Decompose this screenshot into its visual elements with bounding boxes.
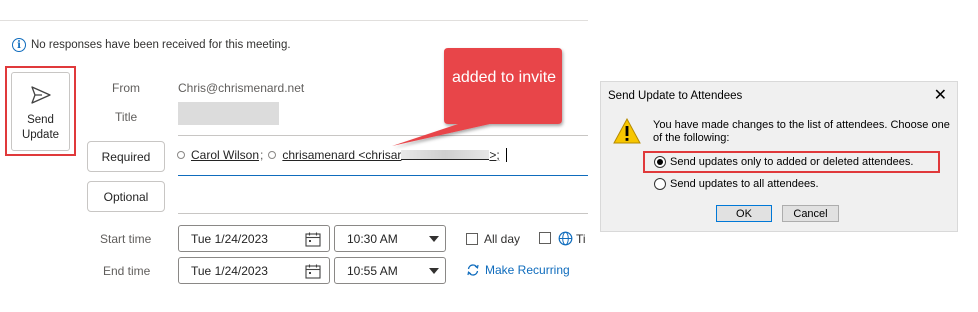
- attendee-chip-end: >;: [489, 148, 500, 162]
- chevron-down-icon: [429, 268, 439, 274]
- radio-label: Send updates to all attendees.: [670, 178, 819, 190]
- end-date-input[interactable]: Tue 1/24/2023: [178, 257, 330, 284]
- radio-option-all[interactable]: Send updates to all attendees.: [654, 178, 819, 190]
- dialog-message: You have made changes to the list of att…: [653, 119, 950, 144]
- calendar-icon[interactable]: [305, 264, 321, 279]
- all-day-checkbox[interactable]: All day: [466, 232, 520, 246]
- from-value: Chris@chrismenard.net: [178, 81, 305, 95]
- time-zones-checkbox[interactable]: [539, 232, 551, 244]
- all-day-box[interactable]: [466, 233, 478, 245]
- title-input[interactable]: [178, 102, 279, 125]
- attendee-separator: ;: [260, 148, 264, 162]
- radio-label: Send updates only to added or deleted at…: [670, 156, 914, 168]
- start-time-value: 10:30 AM: [347, 231, 398, 246]
- radio-selected[interactable]: [654, 156, 666, 168]
- calendar-icon[interactable]: [305, 232, 321, 247]
- warning-icon: [613, 118, 641, 144]
- attendee-chip[interactable]: chrisamenard <chrisar: [282, 148, 401, 162]
- optional-underline: [178, 213, 588, 214]
- required-button[interactable]: Required: [87, 141, 165, 172]
- send-update-label: Send Update: [21, 114, 60, 141]
- presence-icon: [268, 151, 277, 159]
- attendee-chip[interactable]: Carol Wilson: [191, 148, 259, 162]
- start-date-value: Tue 1/24/2023: [191, 231, 268, 246]
- info-text: No responses have been received for this…: [31, 39, 291, 51]
- send-update-button[interactable]: Send Update: [11, 72, 70, 151]
- optional-button[interactable]: Optional: [87, 181, 165, 212]
- start-time-label: Start time: [100, 232, 152, 246]
- end-time-label: End time: [103, 264, 151, 278]
- all-day-label: All day: [484, 232, 521, 246]
- redacted-email: [401, 150, 490, 160]
- start-time-dropdown[interactable]: 10:30 AM: [334, 225, 446, 252]
- ok-button[interactable]: OK: [716, 205, 772, 222]
- time-zones-box[interactable]: [539, 232, 551, 244]
- info-bar: i No responses have been received for th…: [12, 38, 291, 52]
- from-label: From: [112, 81, 140, 95]
- make-recurring-label: Make Recurring: [485, 263, 570, 277]
- radio-option-added-deleted[interactable]: Send updates only to added or deleted at…: [654, 156, 913, 168]
- dialog-title: Send Update to Attendees: [608, 90, 743, 102]
- start-date-input[interactable]: Tue 1/24/2023: [178, 225, 330, 252]
- cancel-button[interactable]: Cancel: [782, 205, 839, 222]
- make-recurring-link[interactable]: Make Recurring: [466, 263, 570, 277]
- recurrence-icon: [467, 264, 479, 276]
- callout-text: added to invite: [451, 69, 557, 86]
- end-time-value: 10:55 AM: [347, 263, 398, 278]
- presence-icon: [177, 151, 185, 159]
- close-icon[interactable]: ✕: [934, 85, 947, 105]
- text-caret: [505, 148, 507, 162]
- info-icon: i: [12, 38, 26, 52]
- chevron-down-icon: [429, 236, 439, 242]
- radio-unselected[interactable]: [654, 178, 666, 190]
- title-underline: [178, 135, 588, 136]
- end-time-dropdown[interactable]: 10:55 AM: [334, 257, 446, 284]
- required-attendees-field[interactable]: Carol Wilson ; chrisamenard <chrisar >;: [177, 148, 507, 162]
- end-date-value: Tue 1/24/2023: [191, 263, 268, 278]
- globe-icon: [558, 231, 573, 246]
- time-zones-label: Ti: [576, 232, 586, 246]
- send-icon: [30, 86, 51, 104]
- required-underline: [178, 175, 588, 176]
- top-divider: [0, 20, 588, 21]
- title-label: Title: [115, 110, 138, 124]
